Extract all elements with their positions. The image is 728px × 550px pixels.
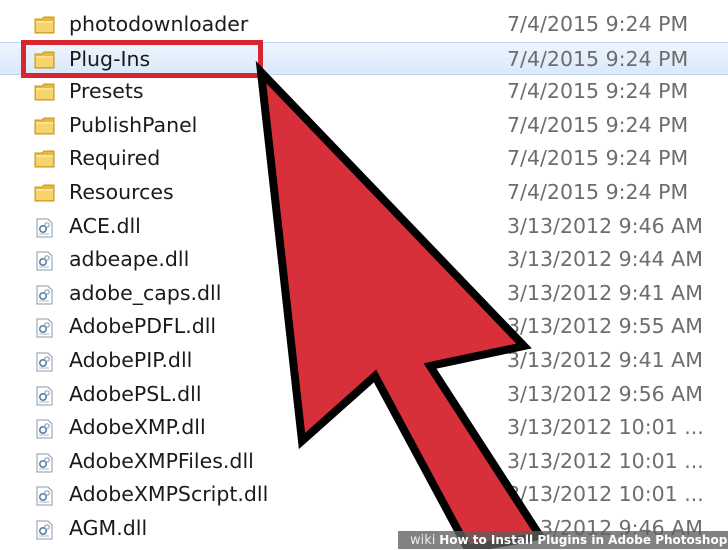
- footer-brand: wiki: [410, 533, 436, 548]
- footer-banner: wiki How to Install Plugins in Adobe Pho…: [398, 531, 728, 549]
- pointer-arrow-icon: [255, 60, 547, 549]
- footer-caption: How to Install Plugins in Adobe Photosho…: [439, 533, 728, 547]
